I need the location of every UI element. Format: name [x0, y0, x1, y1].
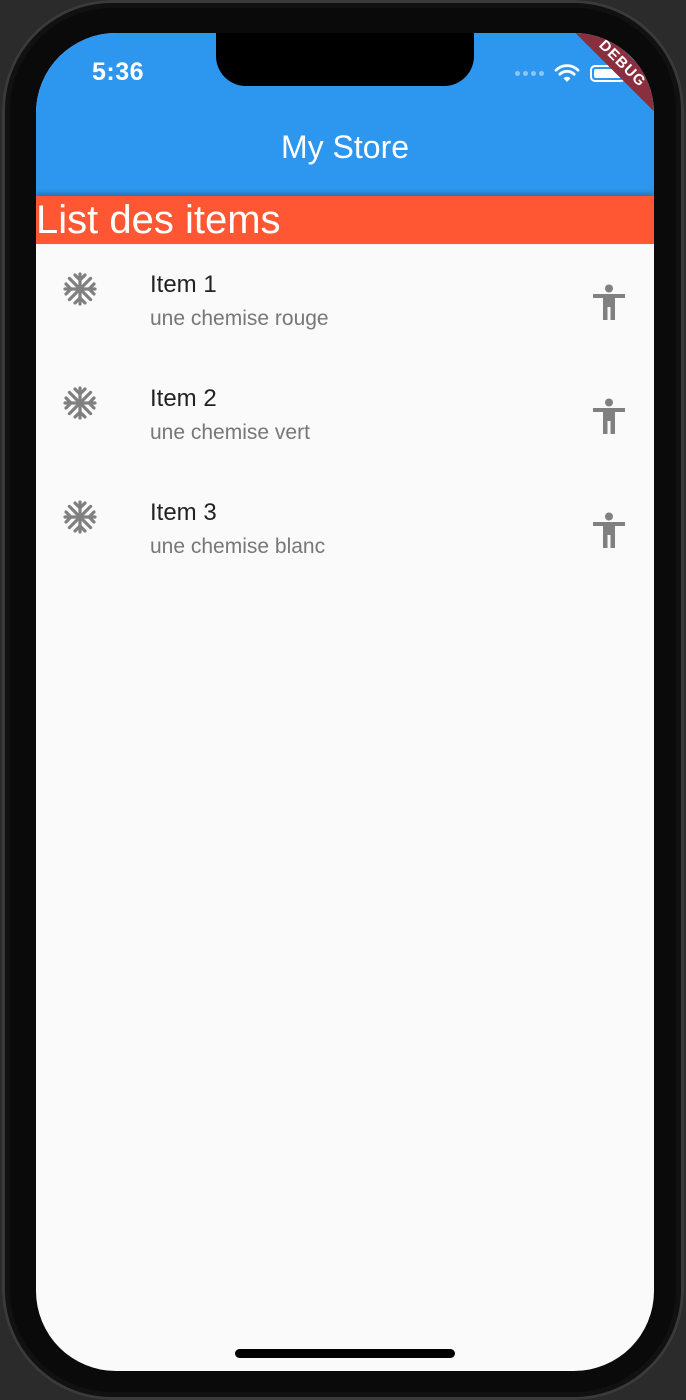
status-time: 5:36: [92, 58, 145, 86]
item-title: Item 3: [150, 499, 217, 526]
item-title: Item 2: [150, 385, 217, 412]
accessibility-icon[interactable]: [592, 398, 626, 434]
accessibility-icon[interactable]: [592, 512, 626, 548]
home-indicator[interactable]: [235, 1349, 455, 1358]
item-subtitle: une chemise vert: [150, 421, 310, 444]
accessibility-icon[interactable]: [592, 284, 626, 320]
signal-icon: [515, 70, 544, 76]
snowflake-icon: [63, 272, 97, 306]
list-item[interactable]: Item 3 une chemise blanc: [36, 472, 654, 586]
list-item[interactable]: Item 2 une chemise vert: [36, 358, 654, 472]
item-subtitle: une chemise rouge: [150, 307, 329, 330]
snowflake-icon: [63, 500, 97, 534]
device-frame: 5:36 My Store DEBUG List des items Item …: [2, 0, 684, 1400]
list-item[interactable]: Item 1 une chemise rouge: [36, 244, 654, 358]
snowflake-icon: [63, 386, 97, 420]
app-screen: 5:36 My Store DEBUG List des items Item …: [36, 33, 654, 1371]
section-header: List des items: [36, 196, 654, 244]
app-bar-title: My Store: [280, 129, 410, 165]
items-list: Item 1 une chemise rouge Item 2 une chem…: [36, 244, 654, 586]
item-title: Item 1: [150, 271, 217, 298]
device-notch: [216, 33, 474, 86]
wifi-icon: [554, 64, 580, 82]
item-subtitle: une chemise blanc: [150, 535, 326, 558]
app-bar: 5:36 My Store DEBUG: [36, 33, 654, 196]
